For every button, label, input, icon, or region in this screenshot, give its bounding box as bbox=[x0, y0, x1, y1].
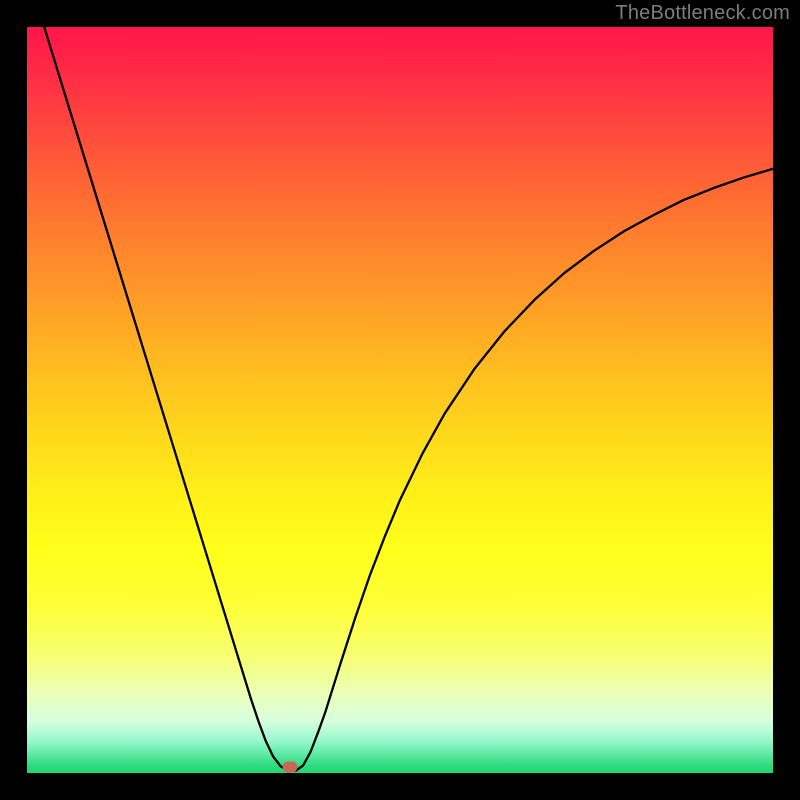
optimum-marker bbox=[283, 762, 298, 773]
bottleneck-curve bbox=[27, 27, 773, 773]
watermark-text: TheBottleneck.com bbox=[615, 2, 790, 25]
chart-frame: TheBottleneck.com bbox=[0, 0, 800, 800]
plot-area bbox=[27, 27, 773, 773]
